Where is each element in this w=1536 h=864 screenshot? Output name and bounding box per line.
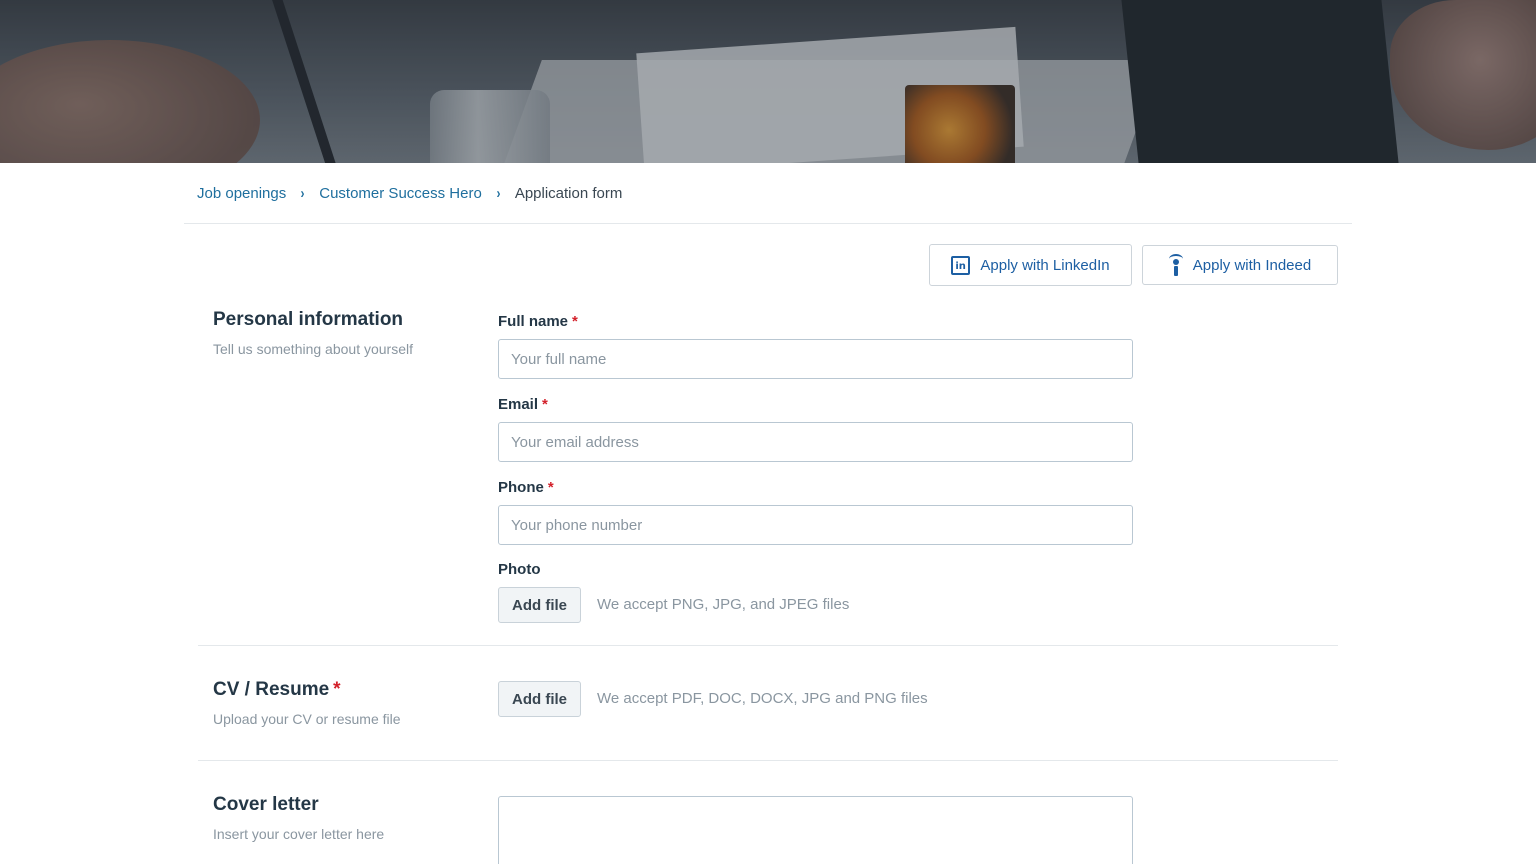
cover-letter-title: Cover letter xyxy=(213,794,319,815)
apply-linkedin-label: Apply with LinkedIn xyxy=(980,256,1110,274)
cover-letter-subtitle: Insert your cover letter here xyxy=(213,826,385,842)
apply-with-indeed-button[interactable]: Apply with Indeed xyxy=(1142,245,1338,285)
required-marker: * xyxy=(572,313,578,330)
email-label: Email * xyxy=(498,396,548,413)
required-marker: * xyxy=(547,479,554,496)
section-divider xyxy=(198,760,1338,761)
photo-file-hint: We accept PNG, JPG, and JPEG files xyxy=(597,596,850,613)
breadcrumb-divider xyxy=(184,223,1352,224)
breadcrumb-job-openings[interactable]: Job openings xyxy=(197,185,286,202)
cv-add-file-button[interactable]: Add file xyxy=(498,681,581,717)
phone-label: Phone * xyxy=(498,479,554,496)
required-marker: * xyxy=(542,396,548,413)
chevron-right-icon: › xyxy=(300,184,305,202)
personal-info-title: Personal information xyxy=(213,309,404,330)
cv-file-hint: We accept PDF, DOC, DOCX, JPG and PNG fi… xyxy=(597,690,928,707)
breadcrumb-customer-success-hero[interactable]: Customer Success Hero xyxy=(319,185,482,202)
full-name-label: Full name * xyxy=(498,313,578,330)
hero-image xyxy=(0,0,1536,163)
photo-label: Photo xyxy=(498,561,541,578)
full-name-label-text: Full name xyxy=(498,313,569,330)
cover-letter-textarea[interactable] xyxy=(498,796,1133,864)
hero-overlay xyxy=(0,0,1536,163)
full-name-input[interactable] xyxy=(498,339,1133,379)
apply-with-linkedin-button[interactable]: in Apply with LinkedIn xyxy=(929,244,1132,286)
cv-title: CV / Resume * xyxy=(213,679,341,701)
photo-add-file-button[interactable]: Add file xyxy=(498,587,581,623)
linkedin-icon: in xyxy=(951,255,971,275)
section-divider xyxy=(198,645,1338,646)
email-input[interactable] xyxy=(498,422,1133,462)
phone-input[interactable] xyxy=(498,505,1133,545)
phone-label-text: Phone xyxy=(498,479,544,496)
email-label-text: Email xyxy=(498,396,539,413)
cv-title-text: CV / Resume xyxy=(213,679,330,700)
apply-indeed-label: Apply with Indeed xyxy=(1192,256,1312,274)
breadcrumb: Job openings › Customer Success Hero › A… xyxy=(197,183,622,203)
required-marker: * xyxy=(333,679,341,700)
chevron-right-icon: › xyxy=(496,184,501,202)
personal-info-subtitle: Tell us something about yourself xyxy=(213,341,413,357)
cv-subtitle: Upload your CV or resume file xyxy=(213,711,401,727)
indeed-icon xyxy=(1168,254,1183,276)
breadcrumb-current: Application form xyxy=(514,184,623,202)
